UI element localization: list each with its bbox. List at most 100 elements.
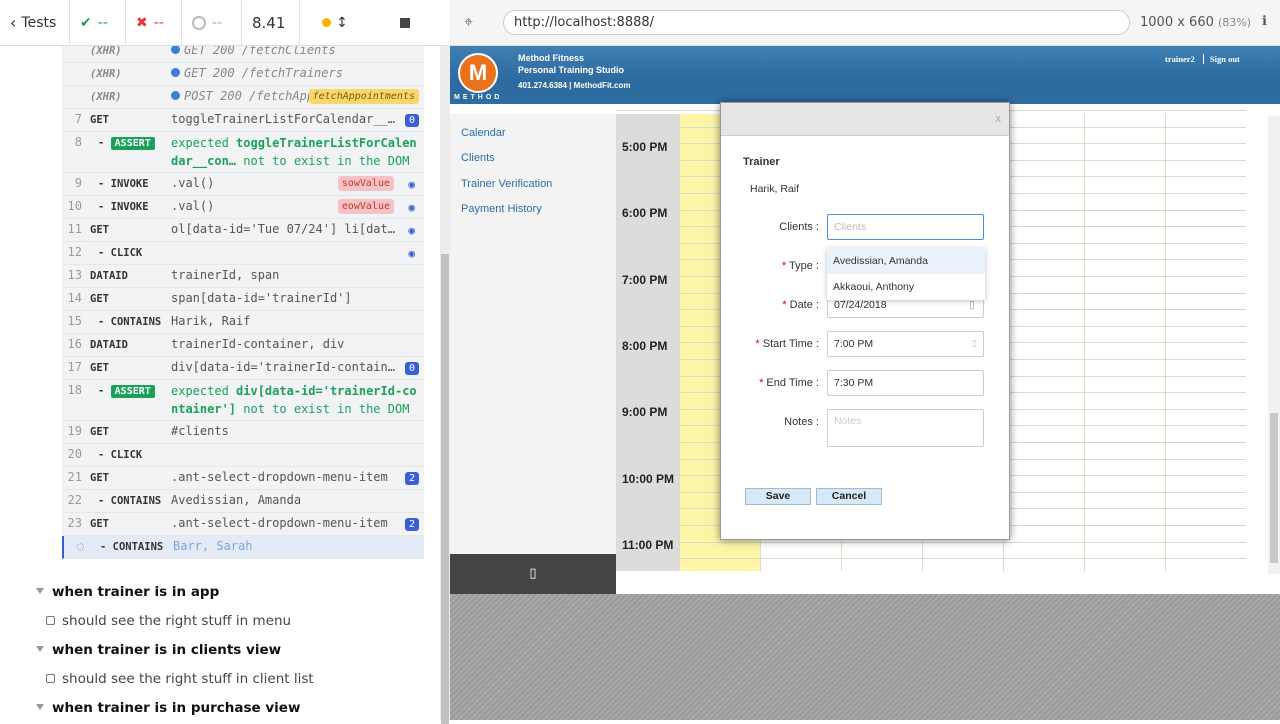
app-scrollbar-thumb[interactable] bbox=[1270, 413, 1278, 563]
clients-input[interactable]: Clients bbox=[827, 214, 984, 240]
tests-button[interactable]: ‹ Tests bbox=[0, 0, 70, 46]
test-item[interactable]: should see the right stuff in menu bbox=[0, 607, 440, 636]
command-row[interactable]: 18 - ASSERT expected div[data-id='trainerI… bbox=[62, 380, 424, 421]
command-message: expected div[data-id='trainerId-containe… bbox=[171, 382, 424, 418]
sidebar-item-payment-history[interactable]: Payment History bbox=[461, 197, 616, 222]
close-icon[interactable]: x bbox=[996, 113, 1002, 125]
auto-scroll-toggle[interactable]: ↕ bbox=[300, 15, 370, 31]
command-row[interactable]: 15 - CONTAINS Harik, Raif bbox=[62, 311, 424, 334]
command-row[interactable]: (XHR) POST 200 /fetchApp… fetchAppointment… bbox=[62, 86, 424, 109]
pending-count: -- bbox=[182, 0, 242, 46]
command-row[interactable]: 20 - CLICK bbox=[62, 444, 424, 467]
checkbox-icon bbox=[46, 674, 55, 683]
grid-line bbox=[616, 541, 1246, 543]
command-row[interactable]: (XHR) GET 200 /fetchClients bbox=[62, 46, 424, 63]
suite-title[interactable]: when trainer is in app bbox=[0, 578, 440, 607]
sidebar-item-clients[interactable]: Clients bbox=[461, 146, 616, 171]
cancel-button[interactable]: Cancel bbox=[816, 488, 882, 505]
command-number: 15 bbox=[67, 314, 82, 328]
command-row[interactable]: 8 - ASSERT expected toggleTrainerListForCa… bbox=[62, 132, 424, 173]
grid-line bbox=[616, 558, 1246, 560]
elements-count-badge: 2 bbox=[404, 518, 419, 531]
command-row[interactable]: ◌ - CONTAINS Barr, Sarah bbox=[62, 536, 424, 559]
x-icon: ✖ bbox=[136, 14, 148, 31]
command-name: DATAID bbox=[90, 270, 128, 282]
suite-title-text: when trainer is in purchase view bbox=[52, 700, 301, 716]
reporter-scrollbar[interactable] bbox=[440, 46, 450, 724]
command-row[interactable]: 21 GET .ant-select-dropdown-menu-item 2 bbox=[62, 467, 424, 490]
eye-icon[interactable]: ◉ bbox=[408, 176, 415, 193]
user-menu: trainer2 Sign out bbox=[1165, 54, 1240, 64]
trainer-name: Harik, Raif bbox=[750, 183, 800, 195]
command-row[interactable]: 12 - CLICK ◉ bbox=[62, 242, 424, 265]
assert-text: expected bbox=[171, 136, 229, 150]
clock-icon: ▯ bbox=[972, 338, 977, 348]
notes-textarea[interactable]: Notes bbox=[827, 409, 984, 447]
suite-title[interactable]: when trainer is in clients view bbox=[0, 636, 440, 665]
assert-text: expected bbox=[171, 384, 229, 398]
date-label-text: Date bbox=[789, 299, 813, 311]
command-row[interactable]: 11 GET ol[data-id='Tue 07/24'] li[dat… ◉ bbox=[62, 219, 424, 242]
command-name: - CLICK bbox=[98, 247, 143, 259]
command-row[interactable]: 13 DATAID trainerId, span bbox=[62, 265, 424, 288]
dropdown-item[interactable]: Akkaoui, Anthony bbox=[827, 274, 985, 300]
command-row[interactable]: 16 DATAID trainerId-container, div bbox=[62, 334, 424, 357]
test-item[interactable]: should see the right stuff in client lis… bbox=[0, 665, 440, 694]
eye-icon[interactable]: ◉ bbox=[408, 199, 415, 216]
command-message: Harik, Raif bbox=[171, 314, 251, 328]
sidebar-item-calendar[interactable]: Calendar bbox=[461, 121, 616, 146]
save-button[interactable]: Save bbox=[745, 488, 811, 505]
command-row[interactable]: 22 - CONTAINS Avedissian, Amanda bbox=[62, 490, 424, 513]
start-label-text: Start Time bbox=[762, 338, 813, 350]
command-row[interactable]: (XHR) GET 200 /fetchTrainers bbox=[62, 63, 424, 86]
divider bbox=[1202, 54, 1204, 64]
command-number: 22 bbox=[67, 493, 82, 507]
elements-count-badge: 0 bbox=[404, 362, 419, 375]
command-row[interactable]: 17 GET div[data-id='trainerId-contain… 0 bbox=[62, 357, 424, 380]
info-icon[interactable]: ℹ bbox=[1262, 14, 1267, 29]
clients-dropdown: Avedissian, Amanda Akkaoui, Anthony bbox=[827, 248, 985, 300]
notes-label: Notes : bbox=[784, 416, 819, 428]
test-title: should see the right stuff in menu bbox=[62, 613, 292, 629]
failed-value: -- bbox=[153, 14, 164, 31]
command-name: GET bbox=[90, 518, 109, 530]
command-row[interactable]: 10- INVOKE .val() eowValue ◉ bbox=[62, 196, 424, 219]
url-input[interactable]: http://localhost:8888/ bbox=[503, 10, 1130, 35]
suite-title[interactable]: when trainer is in purchase view bbox=[0, 694, 440, 720]
start-time-label: * Start Time : bbox=[755, 338, 819, 350]
logo-word: METHOD bbox=[454, 94, 503, 101]
command-row[interactable]: 23 GET .ant-select-dropdown-menu-item 2 bbox=[62, 513, 424, 536]
command-row[interactable]: 19 GET #clients bbox=[62, 421, 424, 444]
sidebar-footer[interactable]: ▯ bbox=[450, 554, 616, 594]
scrollbar-thumb[interactable] bbox=[441, 254, 449, 724]
xhr-status-icon bbox=[171, 68, 180, 77]
command-row[interactable]: 9- INVOKE .val() sowValue ◉ bbox=[62, 173, 424, 196]
dropdown-item[interactable]: Avedissian, Amanda bbox=[827, 248, 985, 274]
assert-badge: ASSERT bbox=[110, 137, 155, 150]
app-scrollbar[interactable] bbox=[1268, 116, 1280, 574]
command-row[interactable]: 14 GET span[data-id='trainerId'] bbox=[62, 288, 424, 311]
end-time-field[interactable]: 7:30 PM bbox=[827, 370, 984, 396]
type-label-text: Type bbox=[789, 260, 813, 272]
sidebar-item-trainer-verification[interactable]: Trainer Verification bbox=[461, 172, 616, 197]
start-time-field[interactable]: 7:00 PM ▯ bbox=[827, 331, 984, 357]
app-preview: M METHOD Method Fitness Personal Trainin… bbox=[450, 46, 1280, 594]
iframe-backdrop bbox=[450, 594, 1280, 720]
command-row[interactable]: 7 GET toggleTrainerListForCalendar__… 0 bbox=[62, 109, 424, 132]
command-number: 19 bbox=[67, 424, 82, 438]
command-number: 20 bbox=[67, 447, 82, 461]
clients-label-text: Clients bbox=[779, 221, 813, 233]
xhr-text: POST 200 /fetchApp… bbox=[184, 89, 322, 103]
eye-icon[interactable]: ◉ bbox=[408, 245, 415, 262]
signout-link[interactable]: Sign out bbox=[1210, 54, 1240, 64]
command-message: trainerId, span bbox=[171, 268, 280, 282]
eye-icon[interactable]: ◉ bbox=[408, 222, 415, 239]
stop-button[interactable] bbox=[370, 17, 440, 28]
username[interactable]: trainer2 bbox=[1165, 54, 1195, 64]
selector-playground-icon[interactable]: ⌖ bbox=[464, 12, 473, 32]
command-name: - CONTAINS bbox=[98, 495, 162, 507]
date-value: 07/24/2018 bbox=[834, 299, 887, 311]
command-number: 9 bbox=[74, 176, 82, 190]
command-number: 13 bbox=[67, 268, 82, 282]
command-name: GET bbox=[90, 224, 109, 236]
